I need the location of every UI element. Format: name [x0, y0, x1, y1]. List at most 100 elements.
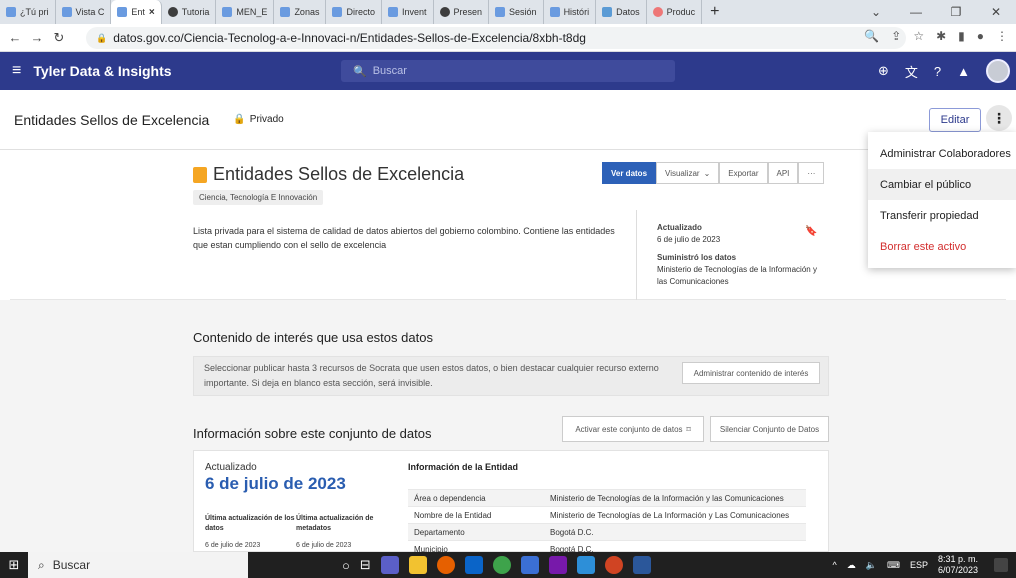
- asset-hero: Entidades Sellos de Excelencia Ciencia, …: [10, 150, 1006, 300]
- close-window-icon[interactable]: ✕: [976, 5, 1016, 19]
- notifications-icon[interactable]: [994, 558, 1008, 572]
- tab-11[interactable]: Datos: [596, 0, 647, 24]
- tab-7[interactable]: Invent: [382, 0, 434, 24]
- teams-icon[interactable]: [380, 556, 399, 574]
- activate-dataset-button[interactable]: Activar este conjunto de datos ⌑: [562, 416, 704, 442]
- view-data-button[interactable]: Ver datos: [602, 162, 657, 184]
- tab-9[interactable]: Sesión: [489, 0, 544, 24]
- task-view-icon[interactable]: ○: [342, 558, 350, 573]
- profile-icon[interactable]: ●: [977, 29, 984, 43]
- windows-start-icon[interactable]: ⊞: [0, 552, 28, 578]
- updated-label: Actualizado: [657, 223, 702, 232]
- socrata-icon: [6, 7, 16, 17]
- extensions-icon[interactable]: ✱: [936, 29, 946, 43]
- clock[interactable]: 8:31 p. m. 6/07/2023: [938, 554, 978, 576]
- menu-item-change-audience[interactable]: Cambiar el público: [868, 169, 1016, 200]
- provided-value: Ministerio de Tecnologías de la Informac…: [657, 265, 817, 286]
- tab-12[interactable]: Produc: [647, 0, 703, 24]
- tab-5[interactable]: Zonas: [274, 0, 327, 24]
- help-icon[interactable]: ?: [934, 64, 941, 79]
- github-icon: [167, 7, 178, 17]
- star-icon[interactable]: ☆: [913, 29, 924, 43]
- onenote-icon[interactable]: [548, 556, 567, 574]
- paint-icon[interactable]: [576, 556, 595, 574]
- more-options-icon[interactable]: ⋮: [986, 105, 1012, 131]
- menu-item-transfer[interactable]: Transferir propiedad: [868, 200, 1016, 231]
- browser-menu-icon[interactable]: ⋮: [996, 29, 1008, 43]
- hamburger-icon[interactable]: ≡: [12, 62, 21, 80]
- back-icon[interactable]: ←: [4, 30, 26, 45]
- socrata-icon: [61, 7, 72, 17]
- firefox-icon[interactable]: [436, 556, 455, 574]
- reload-icon[interactable]: ↻: [48, 30, 70, 46]
- minimize-icon[interactable]: —: [896, 5, 936, 19]
- share-icon[interactable]: ⇪: [891, 29, 901, 43]
- provided-label: Suministró los datos: [657, 253, 737, 262]
- visualize-button[interactable]: Visualizar ⌄: [656, 162, 720, 184]
- github-icon: [439, 7, 450, 17]
- close-tab-icon[interactable]: ×: [149, 7, 155, 18]
- last-data-update-label: Última actualización de los datos: [205, 515, 295, 532]
- keyboard-icon[interactable]: ⌨: [887, 560, 900, 571]
- tab-6[interactable]: Directo: [326, 0, 382, 24]
- bell-icon[interactable]: ▲: [957, 64, 970, 79]
- language-indicator[interactable]: ESP: [910, 560, 928, 570]
- table-row: Departamento Bogotá D.C.: [408, 523, 806, 541]
- avatar[interactable]: [986, 59, 1010, 83]
- restore-icon[interactable]: ❐: [936, 5, 976, 19]
- chevron-down-icon: ⌄: [703, 168, 711, 178]
- interest-title: Contenido de interés que usa estos datos: [193, 330, 433, 345]
- card-updated-date: 6 de julio de 2023: [205, 474, 346, 493]
- tab-0[interactable]: ¿Tú pri: [0, 0, 56, 24]
- url-field[interactable]: 🔒 datos.gov.co/Ciencia-Tecnolog-a-e-Inno…: [86, 27, 906, 49]
- translate-icon[interactable]: 文: [905, 62, 918, 81]
- asset-meta: Actualizado 6 de julio de 2023 Suministr…: [636, 210, 826, 300]
- tab-4[interactable]: MEN_E: [216, 0, 275, 24]
- volume-icon[interactable]: 🔈: [866, 560, 877, 571]
- chevron-up-icon[interactable]: ^: [832, 560, 836, 570]
- outlook-icon[interactable]: [464, 556, 483, 574]
- lock-icon: [193, 166, 207, 183]
- zoom-icon[interactable]: 🔍: [864, 29, 879, 43]
- address-bar: ← → ↻ 🔒 datos.gov.co/Ciencia-Tecnolog-a-…: [0, 24, 1016, 52]
- socrata-icon: [332, 7, 343, 17]
- forward-icon[interactable]: →: [26, 30, 48, 45]
- asset-actions: Ver datos Visualizar ⌄ Exportar API ···: [602, 162, 825, 184]
- file-explorer-icon[interactable]: [408, 556, 427, 574]
- tab-10[interactable]: Históri: [544, 0, 597, 24]
- padlock-icon: 🔒: [233, 114, 246, 125]
- app-icon[interactable]: [520, 556, 539, 574]
- widgets-icon[interactable]: ⊟: [360, 557, 371, 573]
- socrata-icon: [387, 7, 398, 17]
- tab-8[interactable]: Presen: [434, 0, 490, 24]
- table-row: Nombre de la Entidad Ministerio de Tecnol…: [408, 506, 806, 524]
- new-tab-button[interactable]: +: [702, 3, 727, 21]
- more-actions-button[interactable]: ···: [798, 162, 825, 184]
- powerpoint-icon[interactable]: [604, 556, 623, 574]
- search-icon: 🔍: [353, 65, 367, 78]
- menu-item-delete[interactable]: Borrar este activo: [868, 231, 1016, 262]
- word-icon[interactable]: [632, 556, 651, 574]
- category-tag[interactable]: Ciencia, Tecnología E Innovación: [193, 190, 324, 205]
- chrome-icon[interactable]: [492, 556, 511, 574]
- table-row: Área o dependencia Ministerio de Tecnolog…: [408, 489, 806, 507]
- socrata-icon: [280, 7, 291, 17]
- sidebar-icon[interactable]: ▮: [958, 29, 965, 43]
- silence-dataset-button[interactable]: Silenciar Conjunto de Datos: [710, 416, 829, 442]
- tab-active[interactable]: Ent ×: [111, 0, 162, 24]
- tab-1[interactable]: Vista C: [56, 0, 112, 24]
- taskbar-search[interactable]: ⌕ Buscar: [28, 552, 248, 578]
- tab-3[interactable]: Tutoria: [162, 0, 217, 24]
- bookmark-icon[interactable]: 🔖: [805, 226, 817, 237]
- edit-button[interactable]: Editar: [929, 108, 981, 132]
- search-input[interactable]: 🔍 Buscar: [341, 60, 675, 82]
- asset-description: Lista privada para el sistema de calidad…: [193, 226, 615, 250]
- create-icon[interactable]: ⊕: [878, 63, 889, 79]
- tab-search-icon[interactable]: ⌄: [856, 5, 896, 19]
- menu-item-collaborators[interactable]: Administrar Colaboradores: [868, 138, 1016, 169]
- export-button[interactable]: Exportar: [719, 162, 768, 184]
- admin-interest-button[interactable]: Administrar contenido de interés: [682, 362, 820, 384]
- cloud-icon[interactable]: ☁: [847, 560, 856, 571]
- app-name[interactable]: Tyler Data & Insights: [33, 63, 171, 79]
- api-button[interactable]: API: [767, 162, 799, 184]
